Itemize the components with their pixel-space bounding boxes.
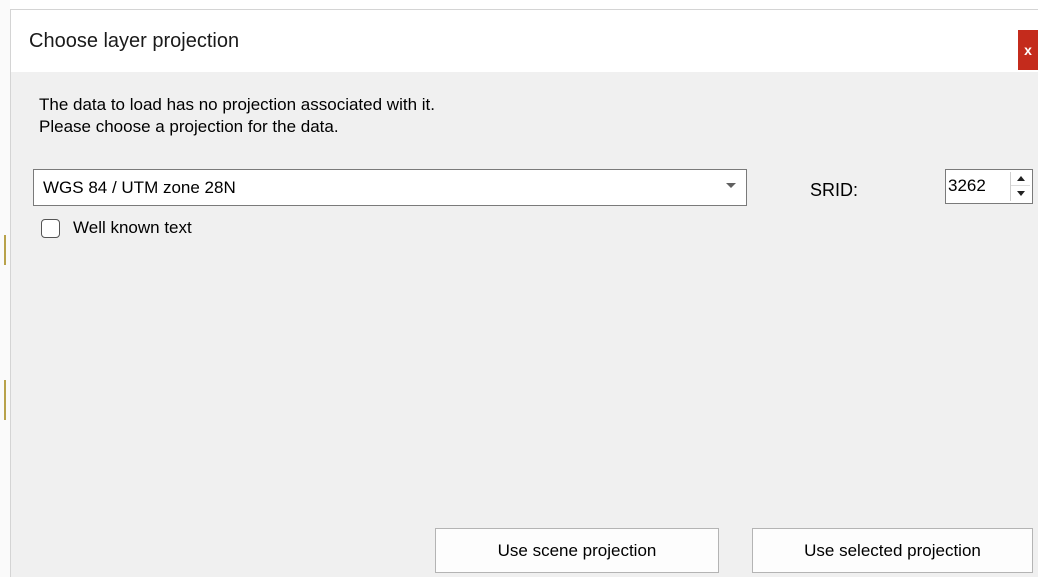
srid-spin-buttons: [1010, 172, 1030, 201]
use-scene-projection-button[interactable]: Use scene projection: [435, 528, 719, 573]
background-mark: [4, 235, 6, 265]
well-known-text-option[interactable]: Well known text: [41, 217, 192, 239]
srid-decrement-button[interactable]: [1011, 186, 1030, 200]
srid-input[interactable]: 3262: [948, 176, 986, 196]
close-button[interactable]: x: [1018, 30, 1038, 70]
srid-label: SRID:: [810, 180, 859, 200]
message-line-2: Please choose a projection for the data.: [39, 117, 339, 136]
srid-stepper[interactable]: 3262: [945, 169, 1033, 204]
arrow-up-icon: [1016, 176, 1025, 181]
dialog-title: Choose layer projection: [29, 30, 240, 52]
projection-dropdown[interactable]: WGS 84 / UTM zone 28N: [33, 169, 747, 206]
projection-dropdown-value: WGS 84 / UTM zone 28N: [43, 178, 236, 197]
well-known-text-label: Well known text: [73, 218, 192, 237]
srid-increment-button[interactable]: [1011, 172, 1030, 186]
arrow-down-icon: [1016, 190, 1025, 196]
title-bar[interactable]: Choose layer projection x: [11, 10, 1038, 72]
use-selected-projection-button[interactable]: Use selected projection: [752, 528, 1033, 573]
background-mark: [4, 380, 6, 420]
background-window-edge: [0, 0, 10, 577]
well-known-text-checkbox[interactable]: [41, 218, 60, 238]
choose-projection-dialog: Choose layer projection x The data to lo…: [10, 9, 1038, 577]
chevron-down-icon: [726, 183, 736, 188]
message-line-1: The data to load has no projection assoc…: [39, 95, 435, 114]
close-icon: x: [1024, 42, 1032, 58]
message-text: The data to load has no projection assoc…: [39, 94, 435, 138]
